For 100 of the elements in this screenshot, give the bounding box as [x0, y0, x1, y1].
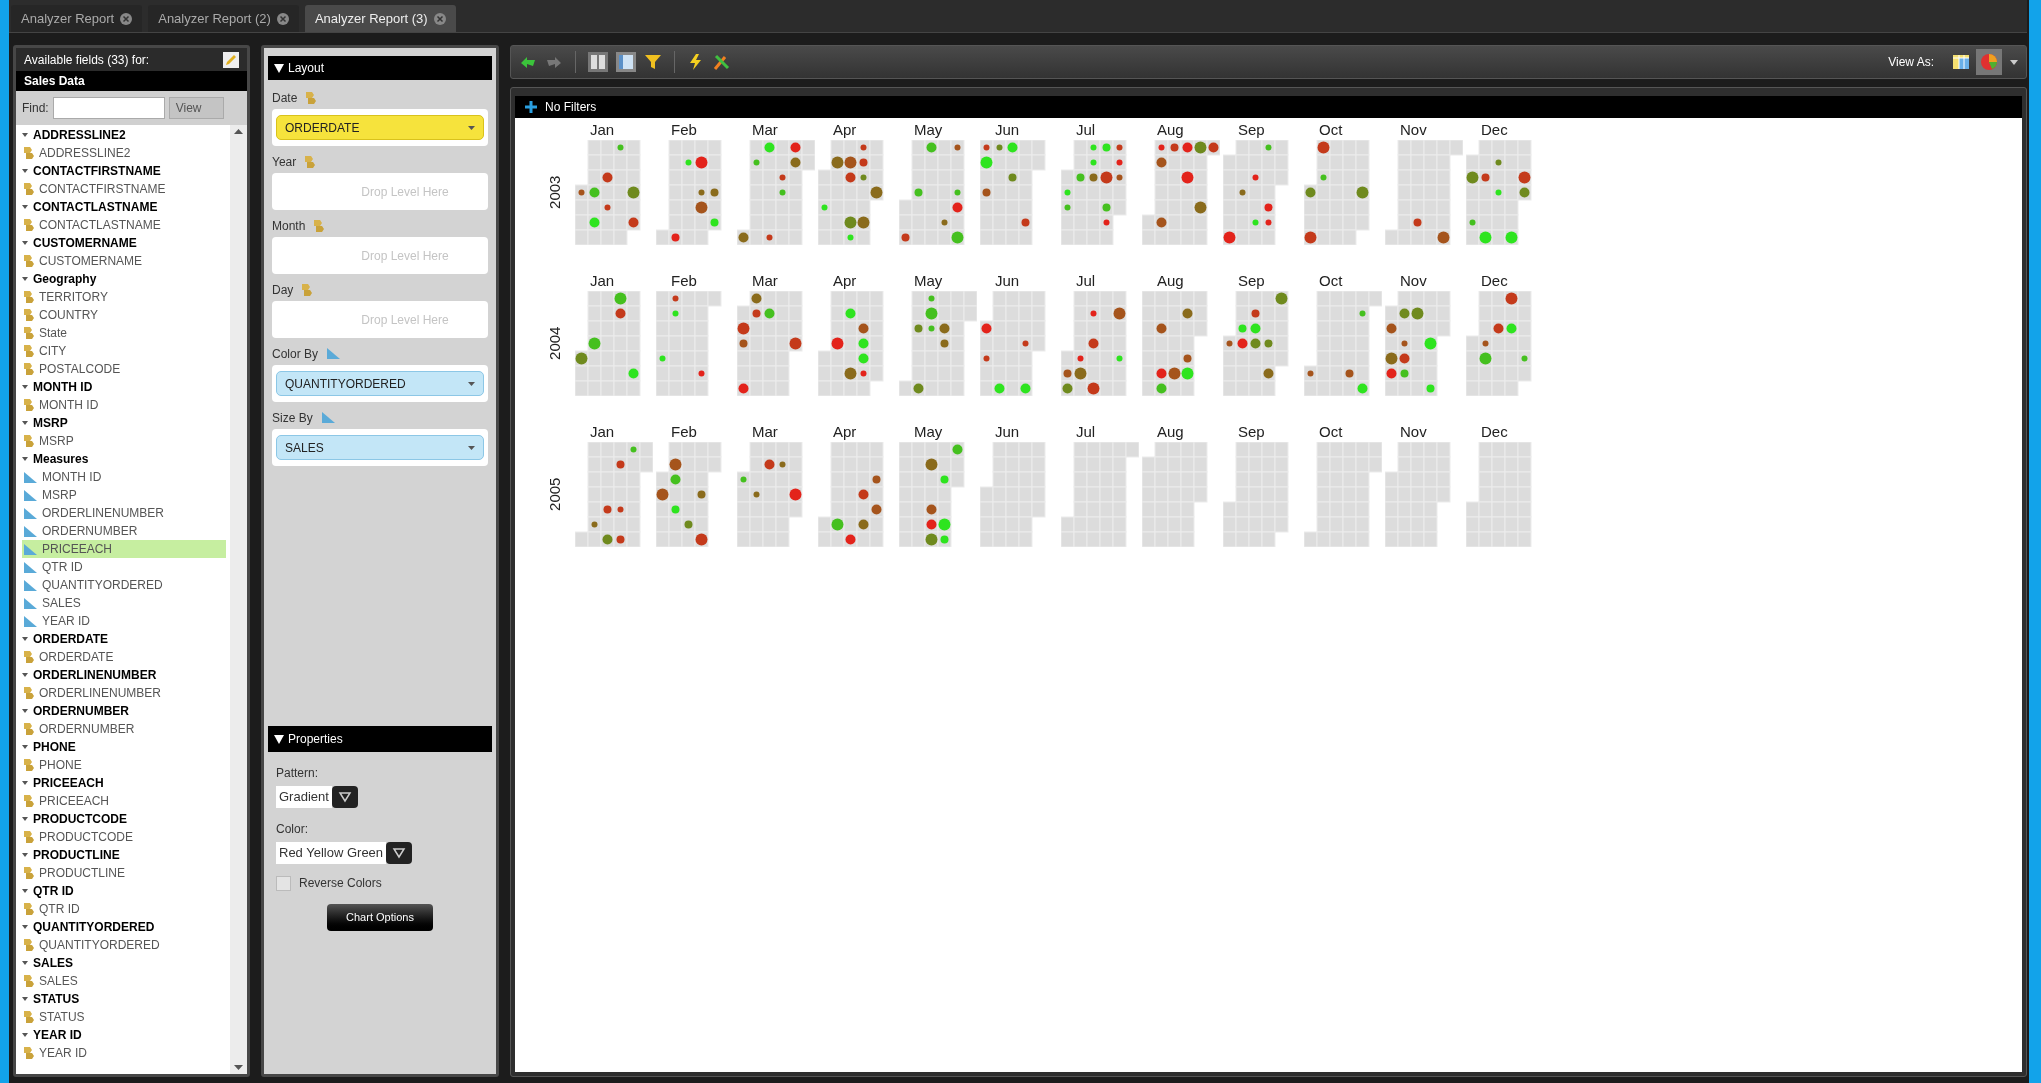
caret-icon — [22, 780, 28, 786]
tree-group[interactable]: ORDERLINENUMBER — [22, 666, 230, 684]
field-item[interactable]: COUNTRY — [22, 306, 226, 324]
field-item[interactable]: CONTACTLASTNAME — [22, 216, 226, 234]
panel-icon[interactable] — [616, 52, 636, 72]
tree-group[interactable]: QTR ID — [22, 882, 230, 900]
field-item[interactable]: PRODUCTCODE — [22, 828, 226, 846]
scroll-up-icon[interactable] — [234, 129, 243, 134]
field-item[interactable]: POSTALCODE — [22, 360, 226, 378]
field-dropdown[interactable]: SALES — [276, 435, 484, 460]
edit-icon[interactable] — [223, 51, 239, 68]
caret-icon — [22, 636, 28, 642]
field-item[interactable]: ORDERDATE — [22, 648, 226, 666]
field-item[interactable]: YEAR ID — [22, 612, 226, 630]
slot-label: Month — [272, 217, 306, 235]
field-item[interactable]: ADDRESSLINE2 — [22, 144, 226, 162]
field-item[interactable]: MONTH ID — [22, 468, 226, 486]
field-item[interactable]: ORDERNUMBER — [22, 522, 226, 540]
tab[interactable]: Analyzer Report (3) — [304, 5, 456, 32]
tree-group[interactable]: ORDERDATE — [22, 630, 230, 648]
field-item[interactable]: TERRITORY — [22, 288, 226, 306]
layout-icon[interactable] — [588, 52, 608, 72]
month-label: Mar — [752, 422, 778, 442]
tree-group[interactable]: MONTH ID — [22, 378, 230, 396]
tab[interactable]: Analyzer Report (2) — [148, 5, 299, 32]
redo-icon[interactable] — [545, 55, 563, 69]
field-item[interactable]: CUSTOMERNAME — [22, 252, 226, 270]
field-item[interactable]: MSRP — [22, 432, 226, 450]
field-item[interactable]: PRICEEACH — [22, 792, 226, 810]
tree-group[interactable]: MSRP — [22, 414, 230, 432]
field-dropdown[interactable]: ORDERDATE — [276, 115, 484, 140]
month-label: Jul — [1076, 271, 1096, 291]
triangle-icon — [23, 542, 38, 556]
view-dropdown[interactable]: View — [168, 97, 224, 119]
field-item[interactable]: MONTH ID — [22, 396, 226, 414]
field-item[interactable]: YEAR ID — [22, 1044, 226, 1062]
filter-icon[interactable] — [644, 53, 662, 71]
slot-label: Day — [272, 281, 294, 299]
tag-stack-icon — [23, 344, 35, 358]
undo-icon[interactable] — [519, 55, 537, 69]
collapse-icon[interactable] — [274, 63, 284, 73]
field-item[interactable]: ORDERLINENUMBER — [22, 504, 226, 522]
chart-options-button[interactable]: Chart Options — [327, 904, 433, 931]
field-item[interactable]: SALES — [22, 594, 226, 612]
find-field[interactable] — [52, 97, 165, 119]
scroll-down-icon[interactable] — [234, 1065, 243, 1070]
field-item[interactable]: QUANTITYORDERED — [22, 936, 226, 954]
field-item[interactable]: QTR ID — [22, 900, 226, 918]
field-item[interactable]: QTR ID — [22, 558, 226, 576]
field-label: Pattern: — [276, 765, 320, 782]
caret-icon — [22, 276, 28, 282]
tag-stack-icon — [23, 722, 35, 736]
field-item[interactable]: MSRP — [22, 486, 226, 504]
close-icon[interactable] — [433, 12, 446, 25]
tree-group[interactable]: QUANTITYORDERED — [22, 918, 230, 936]
tree-group[interactable]: SALES — [22, 954, 230, 972]
triangle-icon — [23, 614, 38, 628]
slot-label: Date — [272, 89, 298, 107]
month-label: Sep — [1238, 422, 1265, 442]
tree-group[interactable]: ORDERNUMBER — [22, 702, 230, 720]
field-item[interactable]: PHONE — [22, 756, 226, 774]
tree-group[interactable]: CONTACTFIRSTNAME — [22, 162, 230, 180]
collapse-icon[interactable] — [274, 734, 284, 744]
tree-group[interactable]: CONTACTLASTNAME — [22, 198, 230, 216]
field-item[interactable]: ORDERLINENUMBER — [22, 684, 226, 702]
field-item[interactable]: PRICEEACH — [22, 540, 226, 558]
tools-icon[interactable] — [713, 53, 731, 71]
scrollbar[interactable] — [230, 125, 247, 1074]
month-label: Jul — [1076, 120, 1096, 140]
tree-group[interactable]: STATUS — [22, 990, 230, 1008]
checkbox[interactable] — [276, 875, 291, 891]
field-item[interactable]: CITY — [22, 342, 226, 360]
tree-group[interactable]: PHONE — [22, 738, 230, 756]
field-item[interactable]: PRODUCTLINE — [22, 864, 226, 882]
month-label: Jan — [590, 422, 615, 442]
close-icon[interactable] — [276, 12, 289, 25]
field-item[interactable]: STATUS — [22, 1008, 226, 1026]
field-item[interactable]: SALES — [22, 972, 226, 990]
field-item[interactable]: CONTACTFIRSTNAME — [22, 180, 226, 198]
tree-group[interactable]: Geography — [22, 270, 230, 288]
month-label: Aug — [1157, 120, 1184, 140]
close-icon[interactable] — [120, 12, 133, 25]
field-item[interactable]: QUANTITYORDERED — [22, 576, 226, 594]
field-item[interactable]: ORDERNUMBER — [22, 720, 226, 738]
caret-icon — [22, 420, 28, 426]
month-label: Dec — [1481, 271, 1508, 291]
tree-group[interactable]: Measures — [22, 450, 230, 468]
tree-group[interactable]: PRODUCTLINE — [22, 846, 230, 864]
tree-group[interactable]: YEAR ID — [22, 1026, 230, 1044]
field-dropdown[interactable]: QUANTITYORDERED — [276, 371, 484, 396]
month-label: May — [914, 120, 943, 140]
tree-group[interactable]: PRODUCTCODE — [22, 810, 230, 828]
field-item[interactable]: State — [22, 324, 226, 342]
add-icon[interactable] — [525, 101, 537, 113]
tab[interactable]: Analyzer Report — [11, 5, 143, 32]
tree-group[interactable]: PRICEEACH — [22, 774, 230, 792]
tree-group[interactable]: CUSTOMERNAME — [22, 234, 230, 252]
triangle-icon — [23, 470, 38, 484]
caret-icon[interactable] — [2010, 59, 2018, 65]
tree-group[interactable]: ADDRESSLINE2 — [22, 126, 230, 144]
